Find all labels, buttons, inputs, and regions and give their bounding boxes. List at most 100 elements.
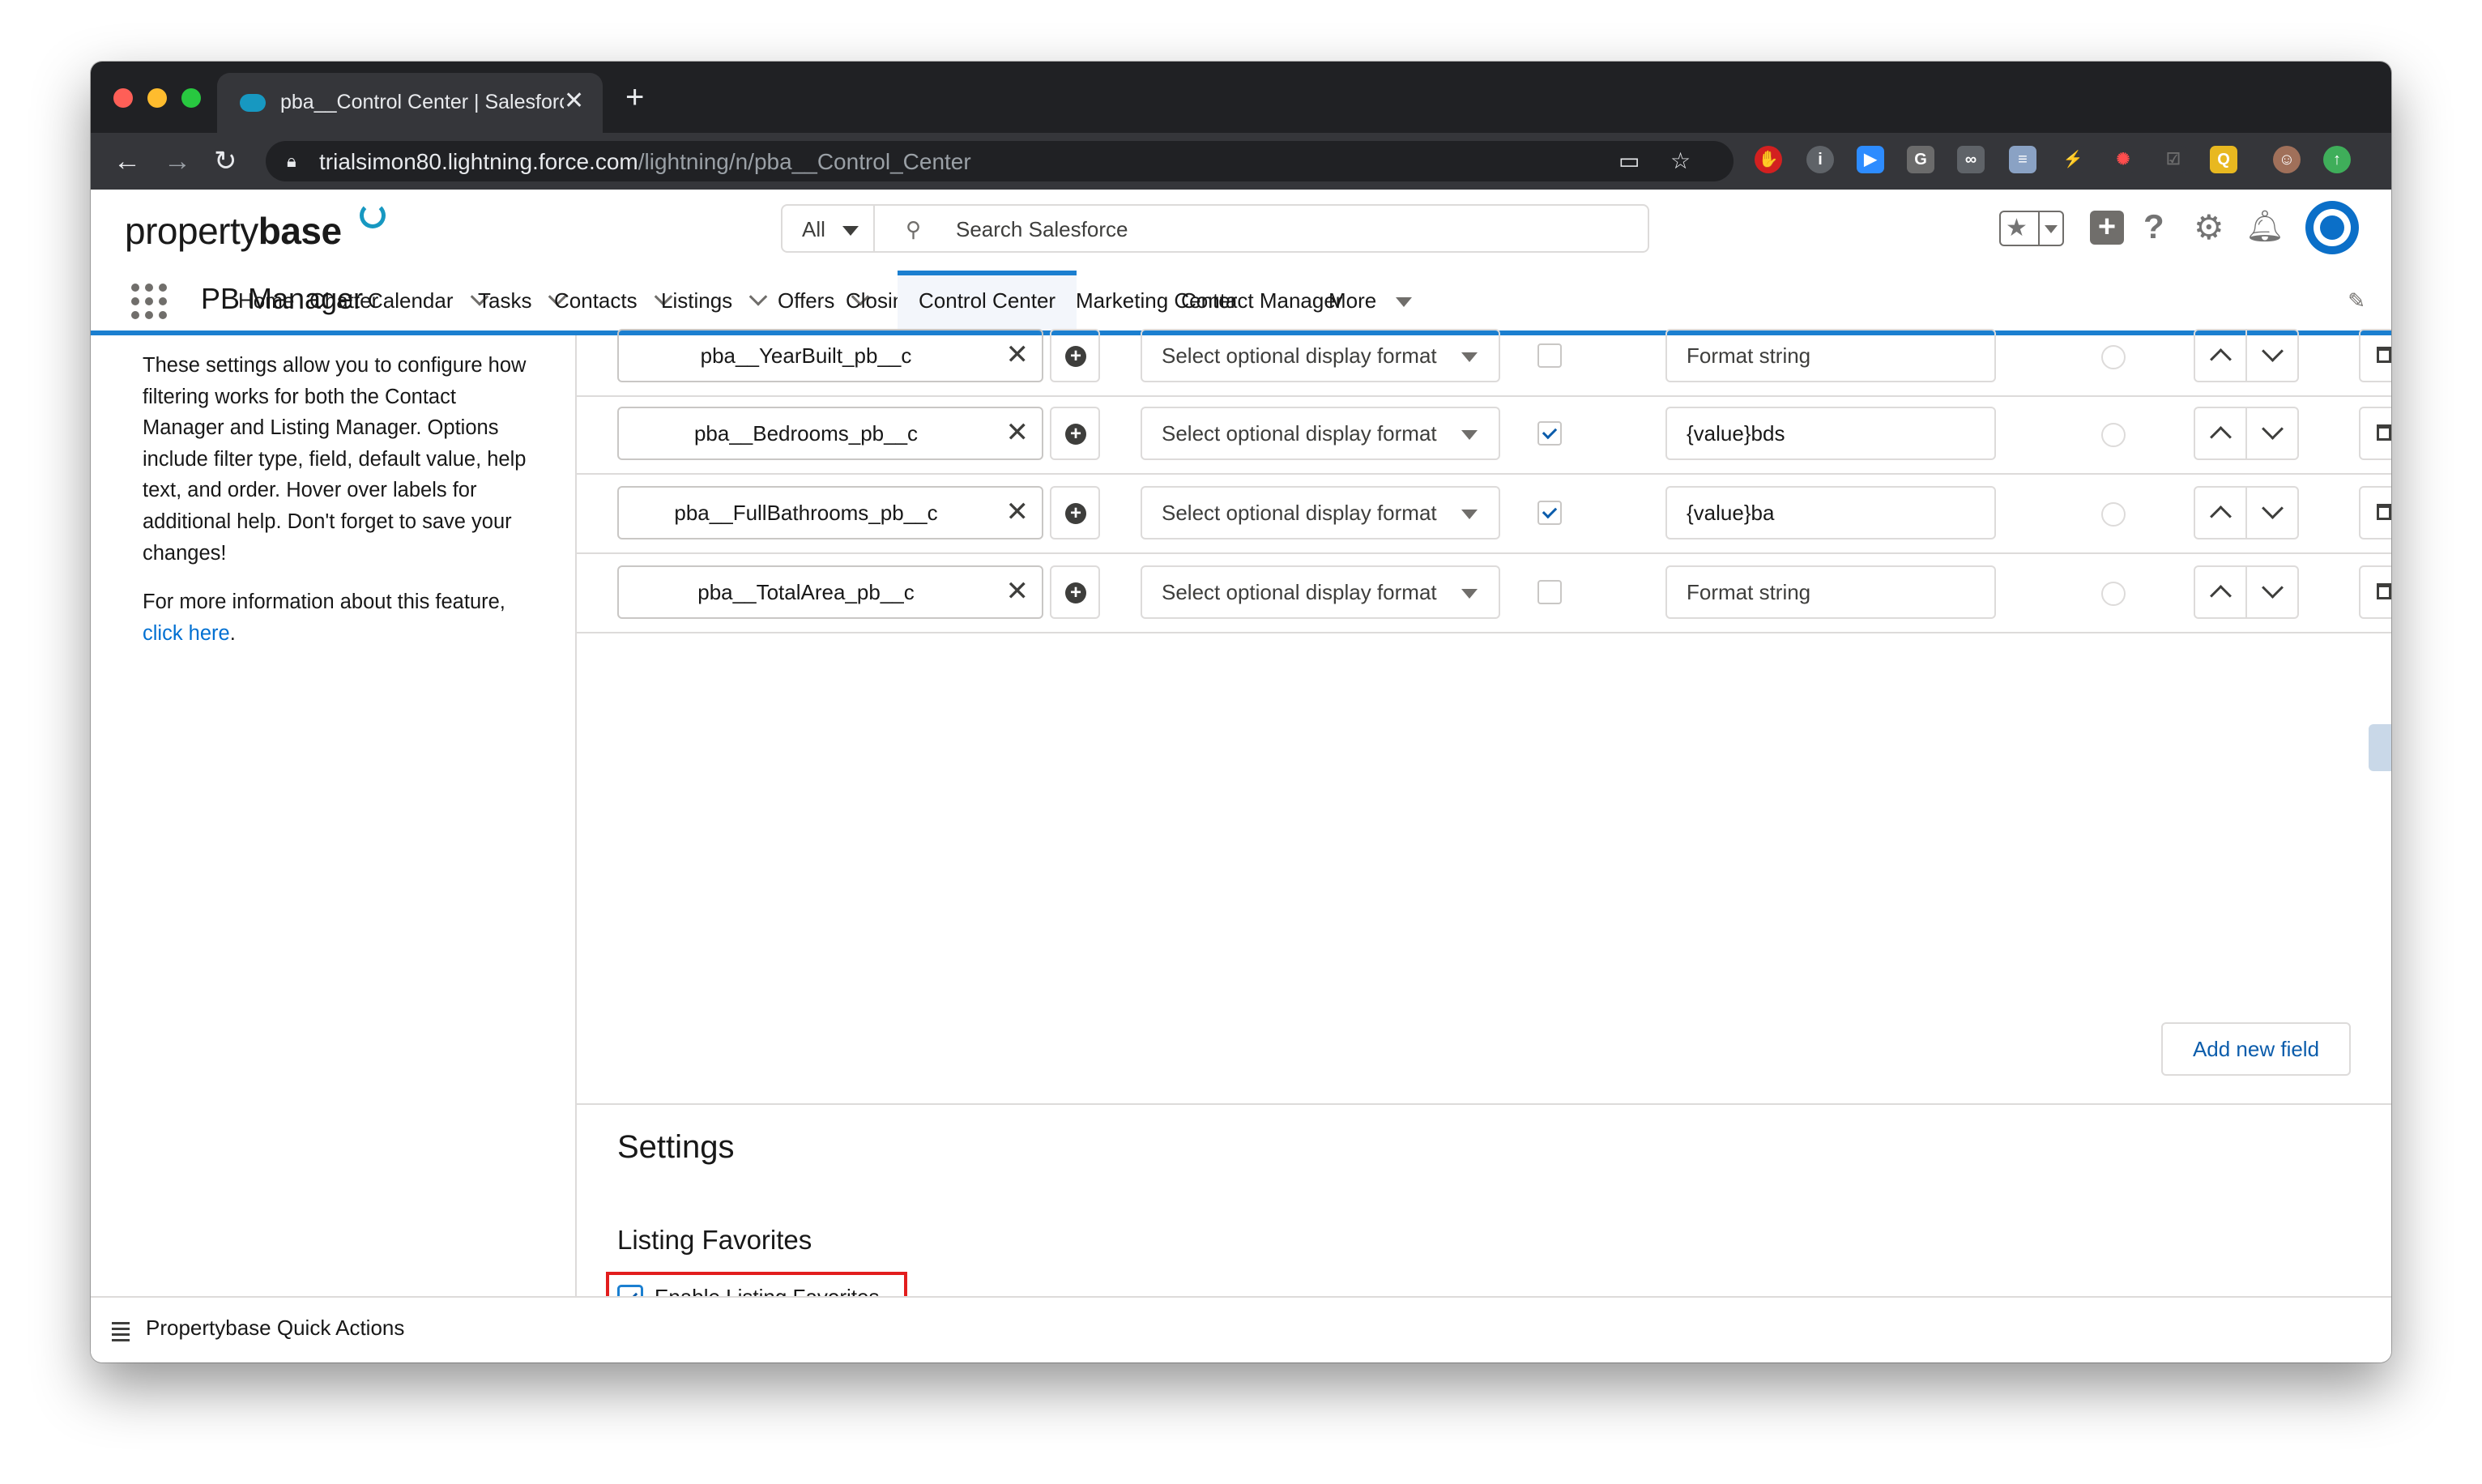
nav-item-label: Contact Manager (1181, 288, 1343, 313)
clear-x-icon[interactable]: ✕ (1006, 496, 1030, 528)
display-format-select[interactable]: Select optional display format (1141, 407, 1500, 460)
global-search-input[interactable]: ⚲ Search Salesforce (873, 204, 1649, 253)
nav-item-calendar[interactable]: Calendar (368, 271, 488, 330)
chevron-up-icon[interactable] (2210, 426, 2232, 448)
add-related-button[interactable]: + (1050, 407, 1100, 460)
field-lookup[interactable]: pba__Bedrooms_pb__c ✕ (617, 407, 1043, 460)
add-related-button[interactable]: + (1050, 329, 1100, 382)
chevron-down-icon[interactable] (1396, 297, 1413, 308)
clear-x-icon[interactable]: ✕ (1006, 416, 1030, 449)
field-lookup[interactable]: pba__YearBuilt_pb__c ✕ (617, 329, 1043, 382)
caret-down-icon (1461, 510, 1478, 519)
minimize-window-button[interactable] (147, 88, 167, 108)
list-menu-icon[interactable] (112, 1322, 130, 1341)
side-panel-toggle[interactable] (2369, 724, 2391, 771)
format-string-input[interactable]: {value}ba (1665, 486, 1996, 539)
swirl-extension-icon[interactable]: ✺ (2109, 146, 2137, 173)
glasses-extension-icon[interactable]: ∞ (1957, 146, 1985, 173)
caret-down-icon (1461, 430, 1478, 440)
salesforce-cloud-icon (240, 94, 266, 112)
maximize-window-button[interactable] (181, 88, 201, 108)
click-here-link[interactable]: click here (143, 622, 230, 645)
nav-item-label: Contacts (554, 288, 638, 313)
clear-x-icon[interactable]: ✕ (1006, 575, 1030, 608)
format-string-input[interactable]: Format string (1665, 565, 1996, 619)
add-related-button[interactable]: + (1050, 486, 1100, 539)
delete-button[interactable] (2359, 407, 2391, 460)
add-new-field-button[interactable]: Add new field (2161, 1022, 2351, 1076)
default-radio[interactable] (2101, 345, 2126, 369)
help-icon[interactable]: ? (2143, 207, 2164, 246)
notifications-bell-icon[interactable]: 🔔︎ (2245, 209, 2284, 245)
chevron-down-icon[interactable] (2262, 497, 2284, 519)
back-arrow-icon[interactable]: ← (113, 133, 141, 190)
default-radio[interactable] (2101, 423, 2126, 447)
user-avatar[interactable] (2305, 201, 2359, 254)
add-related-button[interactable]: + (1050, 565, 1100, 619)
row-checkbox[interactable] (1537, 501, 1562, 525)
delete-button[interactable] (2359, 486, 2391, 539)
search-extension-icon[interactable]: Q (2210, 146, 2237, 173)
field-lookup[interactable]: pba__TotalArea_pb__c ✕ (617, 565, 1043, 619)
adblock-extension-icon[interactable]: ✋ (1755, 146, 1782, 173)
new-tab-button[interactable]: + (625, 79, 644, 115)
reload-icon[interactable]: ↻ (214, 133, 237, 190)
plus-circle-icon: + (1065, 582, 1086, 603)
default-radio[interactable] (2101, 582, 2126, 606)
display-format-select[interactable]: Select optional display format (1141, 329, 1500, 382)
chevron-down-icon[interactable] (2262, 340, 2284, 362)
search-icon: ⚲ (906, 217, 922, 241)
caret-down-icon (1461, 589, 1478, 599)
format-string-value: {value}ba (1687, 501, 1775, 525)
row-checkbox[interactable] (1537, 343, 1562, 368)
forward-arrow-icon[interactable]: → (164, 133, 191, 190)
bookmark-star-icon[interactable]: ☆ (1670, 147, 1691, 174)
search-scope-dropdown[interactable]: All (781, 204, 875, 253)
zoom-extension-icon[interactable]: ▶ (1857, 146, 1884, 173)
caret-down-icon (842, 226, 859, 236)
field-lookup[interactable]: pba__FullBathrooms_pb__c ✕ (617, 486, 1043, 539)
chevron-up-icon[interactable] (2210, 348, 2232, 370)
lightning-extension-icon[interactable]: ⚡ (2059, 146, 2087, 173)
display-format-select[interactable]: Select optional display format (1141, 486, 1500, 539)
info-extension-icon[interactable]: i (1806, 146, 1834, 173)
chevron-down-icon[interactable] (2262, 418, 2284, 440)
close-window-button[interactable] (113, 88, 133, 108)
setup-gear-icon[interactable]: ⚙ (2194, 207, 2224, 247)
chevron-up-icon[interactable] (2210, 505, 2232, 527)
format-string-input[interactable]: {value}bds (1665, 407, 1996, 460)
check-extension-icon[interactable]: ☑ (2160, 146, 2187, 173)
edit-nav-pencil-icon[interactable]: ✎ (2348, 288, 2365, 313)
grammarly-extension-icon[interactable]: G (1907, 146, 1934, 173)
app-launcher-waffle-icon[interactable] (131, 284, 167, 319)
field-row: pba__Bedrooms_pb__c ✕ + Select optional dis… (577, 395, 2391, 475)
chevron-down-icon[interactable] (748, 288, 768, 306)
quick-actions-button[interactable]: Propertybase Quick Actions (146, 1316, 404, 1341)
chevron-up-icon[interactable] (2210, 585, 2232, 607)
delete-button[interactable] (2359, 329, 2391, 382)
display-format-select[interactable]: Select optional display format (1141, 565, 1500, 619)
notes-extension-icon[interactable]: ≡ (2009, 146, 2036, 173)
update-icon[interactable]: ↑ (2323, 146, 2351, 173)
trash-icon (2377, 347, 2391, 363)
favorites-button[interactable]: ★ (1999, 211, 2064, 246)
profile-avatar-icon[interactable]: ☺ (2273, 146, 2301, 173)
nav-item-home[interactable]: Home (238, 271, 294, 330)
install-app-icon[interactable]: ▭ (1618, 147, 1640, 174)
chevron-down-icon[interactable] (2262, 577, 2284, 599)
row-checkbox[interactable] (1537, 580, 1562, 604)
global-actions-plus-icon[interactable]: + (2090, 211, 2124, 245)
default-radio[interactable] (2101, 502, 2126, 527)
nav-item-tasks[interactable]: Tasks (478, 271, 567, 330)
format-string-input[interactable]: Format string (1665, 329, 1996, 382)
propertybase-logo[interactable]: propertybase (125, 209, 342, 253)
format-string-value: {value}bds (1687, 421, 1785, 446)
search-scope-label: All (802, 217, 825, 241)
delete-button[interactable] (2359, 565, 2391, 619)
address-bar[interactable]: 🔒︎ trialsimon80.lightning.force.com/ligh… (266, 141, 1734, 181)
row-checkbox[interactable] (1537, 421, 1562, 446)
format-string-placeholder: Format string (1687, 580, 1811, 604)
clear-x-icon[interactable]: ✕ (1006, 339, 1030, 371)
tab-close-icon[interactable]: ✕ (564, 87, 584, 115)
browser-tab[interactable]: pba__Control Center | Salesforce ✕ (217, 73, 603, 133)
